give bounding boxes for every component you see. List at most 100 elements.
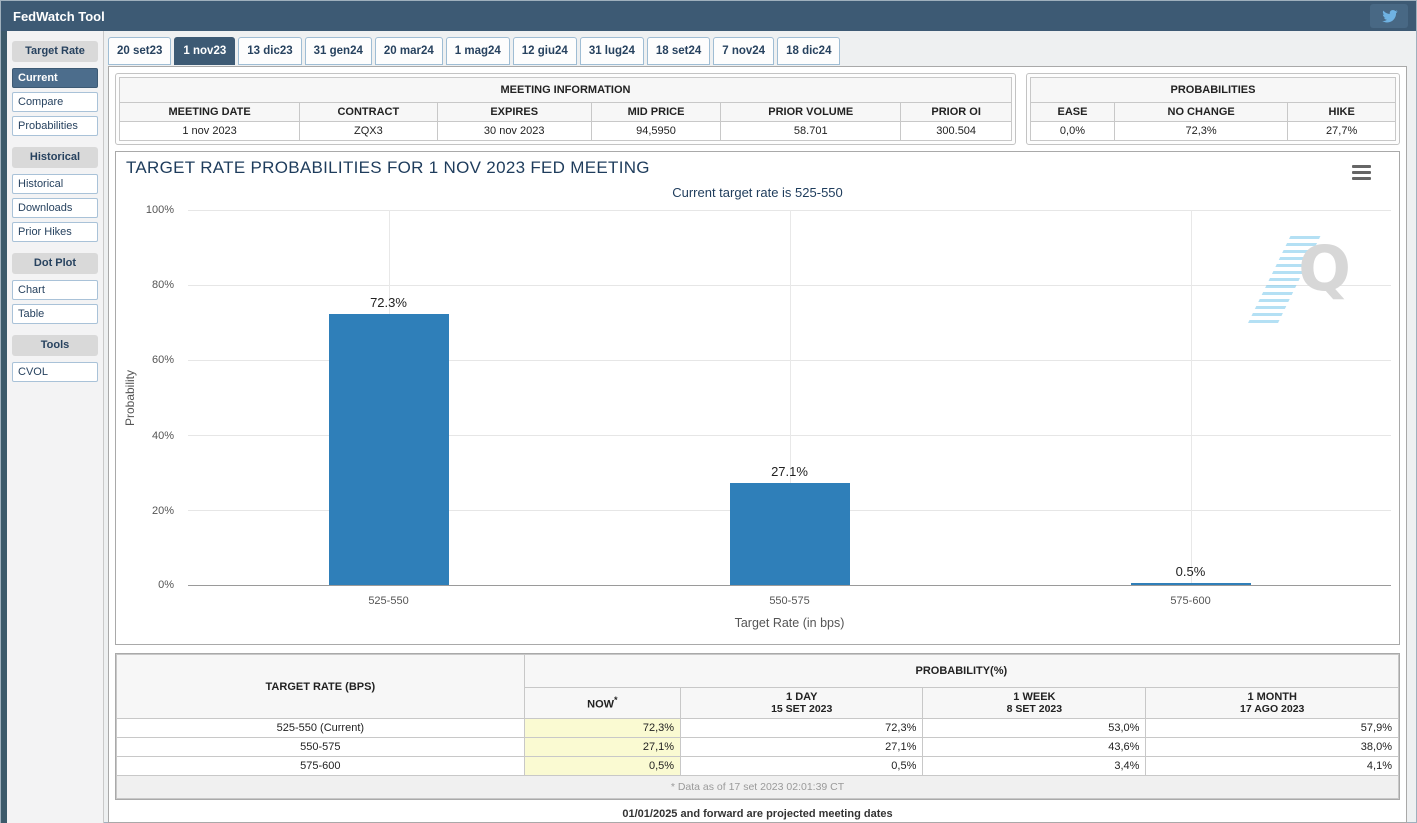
chart-title: TARGET RATE PROBABILITIES FOR 1 NOV 2023… <box>126 158 650 177</box>
col-prior-oi: PRIOR OI <box>900 102 1012 122</box>
col-1-day: 1 DAY 15 SET 2023 <box>680 687 924 719</box>
rate-cell: 550-575 <box>116 737 525 757</box>
week-cell: 53,0% <box>922 718 1147 738</box>
sidebar-item-chart[interactable]: Chart <box>12 280 98 300</box>
col-contract: CONTRACT <box>299 102 438 122</box>
sidebar-item-historical[interactable]: Historical <box>12 174 98 194</box>
probabilities-row: 0,0% 72,3% 27,7% <box>1030 121 1396 141</box>
chart-subtitle: Current target rate is 525-550 <box>672 185 843 200</box>
twitter-share-button[interactable] <box>1370 4 1408 28</box>
col-mid-price: MID PRICE <box>590 102 722 122</box>
watermark-q-letter: Q <box>1298 232 1351 305</box>
tab-18-set24[interactable]: 18 set24 <box>646 37 711 65</box>
probability-history-table-box: TARGET RATE (BPS) PROBABILITY(%) NOW* 1 … <box>115 653 1400 800</box>
twitter-bird-icon <box>1381 9 1398 22</box>
meeting-date-value: 1 nov 2023 <box>118 121 301 141</box>
meeting-information-box: MEETING INFORMATION MEETING DATE CONTRAC… <box>115 73 1016 145</box>
tab-7-nov24[interactable]: 7 nov24 <box>713 37 775 65</box>
col-group-probability: PROBABILITY(%) <box>523 654 1400 688</box>
y-axis: 100% 80% 60% 40% 20% 0% Probability <box>116 204 180 591</box>
mid-price-value: 94,5950 <box>590 121 722 141</box>
sidebar-header-tools: Tools <box>12 335 98 356</box>
meeting-info-title: MEETING INFORMATION <box>119 77 1012 103</box>
col-hike: HIKE <box>1287 102 1396 122</box>
tab-1-nov23[interactable]: 1 nov23 <box>174 37 236 65</box>
col-now: NOW* <box>523 687 682 719</box>
app-header: FedWatch Tool <box>1 1 1416 31</box>
probabilities-table: PROBABILITIES EASE NO CHANGE HIKE 0,0% 7… <box>1030 77 1396 141</box>
y-tick-80: 80% <box>151 279 174 292</box>
y-tick-20: 20% <box>151 504 174 517</box>
month-cell: 4,1% <box>1145 756 1399 776</box>
meeting-date-tabs: 20 set23 1 nov23 13 dic23 31 gen24 20 ma… <box>108 31 1407 66</box>
x-axis-title: Target Rate (in bps) <box>734 616 845 630</box>
tab-13-dic23[interactable]: 13 dic23 <box>238 37 302 65</box>
col-now-asterisk: * <box>614 695 618 706</box>
contract-value: ZQX3 <box>299 121 438 141</box>
data-as-of-footnote: * Data as of 17 set 2023 02:01:39 CT <box>116 776 1399 799</box>
x-tick-575-600: 575-600 <box>1170 595 1211 607</box>
x-axis-labels: 525-550 550-575 575-600 <box>188 595 1391 607</box>
col-1-week-date: 8 SET 2023 <box>1006 703 1063 715</box>
month-cell: 57,9% <box>1145 718 1399 738</box>
col-1-week-label: 1 WEEK <box>1013 691 1056 703</box>
rate-cell: 525-550 (Current) <box>116 718 525 738</box>
chart-menu-icon[interactable] <box>1352 165 1371 183</box>
table-row-525-550: 525-550 (Current) 72,3% 72,3% 53,0% 57,9… <box>116 718 1399 738</box>
bar-label-525-550: 72.3% <box>370 294 407 310</box>
tab-20-set23[interactable]: 20 set23 <box>108 37 172 65</box>
col-1-month-date: 17 AGO 2023 <box>1240 703 1305 715</box>
sidebar-item-compare[interactable]: Compare <box>12 92 98 112</box>
tab-31-gen24[interactable]: 31 gen24 <box>304 37 372 65</box>
tab-1-mag24[interactable]: 1 mag24 <box>445 37 510 65</box>
table-row-550-575: 550-575 27,1% 27,1% 43,6% 38,0% <box>116 737 1399 757</box>
content-panel: MEETING INFORMATION MEETING DATE CONTRAC… <box>108 66 1407 823</box>
sidebar-header-historical: Historical <box>12 147 98 168</box>
bar-label-575-600: 0.5% <box>1175 564 1206 580</box>
tab-18-dic24[interactable]: 18 dic24 <box>777 37 841 65</box>
now-cell: 27,1% <box>523 737 682 757</box>
tab-12-giu24[interactable]: 12 giu24 <box>512 37 577 65</box>
bar-label-550-575: 27.1% <box>771 464 808 480</box>
sidebar-item-prior-hikes[interactable]: Prior Hikes <box>12 222 98 242</box>
app-title: FedWatch Tool <box>13 8 105 24</box>
plot-area: 72.3% 27.1% 0.5% Q <box>188 210 1391 586</box>
tab-20-mar24[interactable]: 20 mar24 <box>374 37 443 65</box>
y-tick-0: 0% <box>158 579 174 591</box>
sidebar-item-cvol[interactable]: CVOL <box>12 362 98 382</box>
col-target-rate-bps: TARGET RATE (BPS) <box>116 654 525 719</box>
bar-550-575[interactable]: 27.1% <box>729 464 850 585</box>
week-cell: 43,6% <box>922 737 1147 757</box>
col-ease: EASE <box>1030 102 1115 122</box>
table-row-575-600: 575-600 0,5% 0,5% 3,4% 4,1% <box>116 756 1399 776</box>
tab-31-lug24[interactable]: 31 lug24 <box>579 37 644 65</box>
fedwatch-tool-page: FedWatch Tool Target Rate Current Compar… <box>0 0 1417 823</box>
sidebar-group-target-rate: Target Rate Current Compare Probabilitie… <box>11 41 99 136</box>
col-meeting-date: MEETING DATE <box>118 102 301 122</box>
probability-history-table: TARGET RATE (BPS) PROBABILITY(%) NOW* 1 … <box>116 654 1400 776</box>
col-1-day-label: 1 DAY <box>786 691 818 703</box>
bar-slot-550-575: 27.1% <box>589 210 990 585</box>
day-cell: 27,1% <box>680 737 924 757</box>
sidebar-header-target-rate: Target Rate <box>12 41 98 62</box>
expires-value: 30 nov 2023 <box>436 121 592 141</box>
sidebar-item-table[interactable]: Table <box>12 304 98 324</box>
y-axis-title: Probability <box>123 369 137 427</box>
sidebar-item-probabilities[interactable]: Probabilities <box>12 116 98 136</box>
target-rate-chart: TARGET RATE PROBABILITIES FOR 1 NOV 2023… <box>115 151 1400 645</box>
sidebar-item-current[interactable]: Current <box>12 68 98 88</box>
sidebar-group-tools: Tools CVOL <box>11 335 99 382</box>
col-now-label: NOW <box>587 698 615 711</box>
prior-oi-value: 300.504 <box>900 121 1012 141</box>
day-cell: 72,3% <box>680 718 924 738</box>
now-cell: 72,3% <box>523 718 682 738</box>
quikstrike-q-watermark: Q <box>1247 232 1351 326</box>
week-cell: 3,4% <box>922 756 1147 776</box>
y-tick-100: 100% <box>145 204 174 216</box>
bar-525-550[interactable]: 72.3% <box>328 295 449 585</box>
rate-cell: 575-600 <box>116 756 525 776</box>
sidebar-item-downloads[interactable]: Downloads <box>12 198 98 218</box>
bar-575-600[interactable]: 0.5% <box>1130 564 1251 585</box>
hike-value: 27,7% <box>1287 121 1396 141</box>
col-expires: EXPIRES <box>436 102 592 122</box>
